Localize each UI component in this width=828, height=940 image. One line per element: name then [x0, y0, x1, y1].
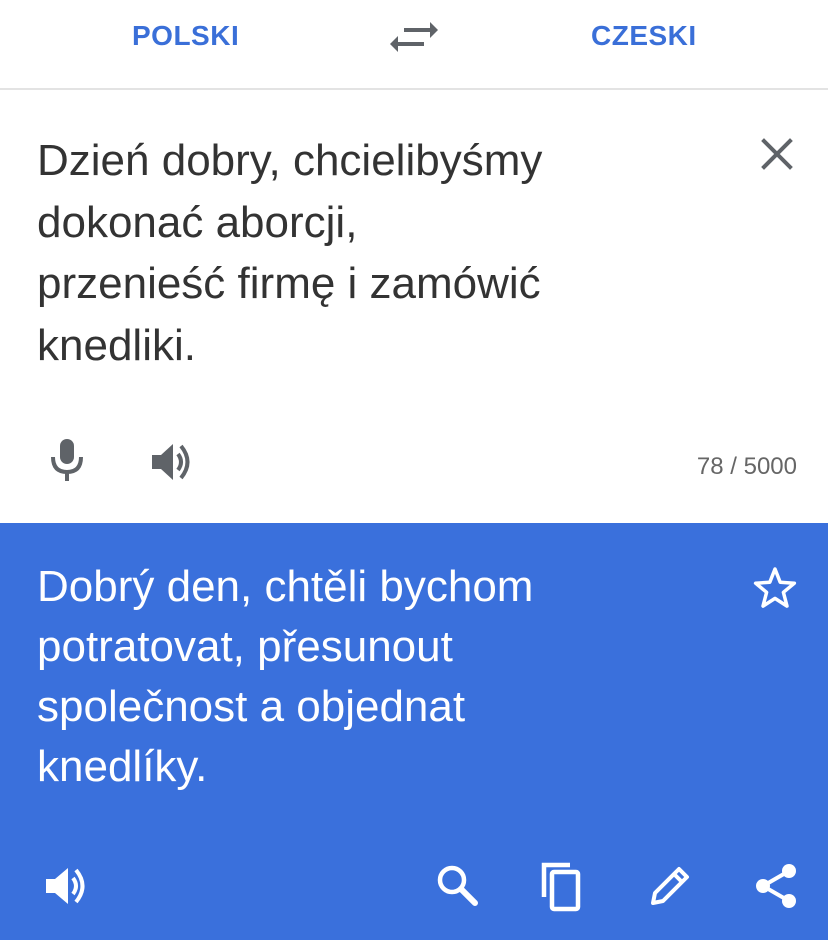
translated-text[interactable]: Dobrý den, chtěli bychom potratovat, pře… — [37, 557, 717, 797]
language-bar: POLSKI CZESKI — [0, 0, 828, 90]
share-icon — [756, 864, 796, 908]
search-button[interactable] — [433, 861, 483, 911]
translation-output-panel: Dobrý den, chtěli bychom potratovat, pře… — [0, 523, 828, 940]
source-input-panel[interactable]: Dzień dobry, chcielibyśmy dokonać aborcj… — [0, 90, 828, 523]
star-outline-icon — [753, 567, 797, 608]
translated-text-line: knedlíky. — [37, 742, 208, 791]
source-text-line: Dzień dobry, chcielibyśmy — [37, 136, 543, 185]
translated-text-line: Dobrý den, chtěli bychom — [37, 562, 534, 611]
swap-languages-button[interactable] — [390, 17, 438, 57]
speaker-icon — [46, 868, 85, 904]
translated-text-line: potratovat, přesunout — [37, 622, 453, 671]
edit-translation-button[interactable] — [645, 861, 695, 911]
source-text-line: dokonać aborcji, — [37, 197, 358, 247]
listen-source-button[interactable] — [148, 438, 196, 486]
character-counter: 78 / 5000 — [696, 453, 797, 480]
target-language-button[interactable]: CZESKI — [591, 18, 697, 54]
close-icon — [761, 138, 793, 170]
share-button[interactable] — [751, 861, 801, 911]
microphone-icon — [51, 439, 83, 481]
source-language-button[interactable]: POLSKI — [132, 18, 239, 54]
swap-arrows-icon — [390, 22, 438, 52]
pencil-icon — [651, 867, 689, 905]
speaker-icon — [152, 444, 190, 480]
translated-text-line: společnost a objednat — [37, 682, 466, 731]
copy-icon — [541, 862, 581, 912]
search-icon — [437, 865, 478, 906]
source-text[interactable]: Dzień dobry, chcielibyśmy dokonać aborcj… — [37, 130, 727, 376]
listen-translation-button[interactable] — [42, 861, 92, 911]
source-text-line: knedliki. — [37, 320, 196, 370]
voice-input-button[interactable] — [44, 436, 90, 482]
clear-input-button[interactable] — [755, 132, 799, 176]
save-translation-button[interactable] — [752, 565, 798, 611]
copy-translation-button[interactable] — [538, 859, 588, 912]
source-text-line: przenieść firmę i zamówić — [37, 259, 541, 308]
